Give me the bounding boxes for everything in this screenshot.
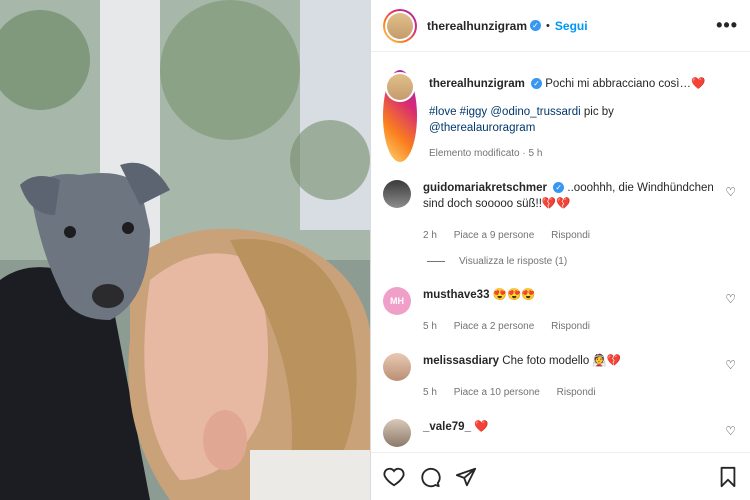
comment-avatar[interactable] xyxy=(383,419,411,447)
like-heart-icon[interactable]: ♡ xyxy=(725,292,736,306)
comment-time: 2 h xyxy=(423,230,437,241)
comment-text: 😍😍😍 xyxy=(492,289,536,301)
caption: therealhunzigram ✓ Pochi mi abbracciano … xyxy=(383,70,738,162)
caption-avatar[interactable] xyxy=(383,70,417,162)
comment-likes[interactable]: Piace a 10 persone xyxy=(454,387,540,398)
post-actions-bar xyxy=(371,452,750,500)
like-heart-icon[interactable]: ♡ xyxy=(725,424,736,438)
comment-avatar[interactable] xyxy=(383,353,411,381)
separator-dot: • xyxy=(546,19,550,32)
verified-icon: ✓ xyxy=(530,20,542,31)
like-heart-icon[interactable]: ♡ xyxy=(725,185,736,199)
replies-divider xyxy=(427,261,445,262)
photo-illustration xyxy=(0,0,370,500)
comment-item: MH musthave33 😍😍😍 5 h Piace a 2 persone … xyxy=(383,287,738,335)
reply-button[interactable]: Rispondi xyxy=(557,387,596,398)
comment-time: 5 h xyxy=(423,321,437,332)
author-username[interactable]: therealhunzigram xyxy=(427,19,527,33)
comment-time: 5 h xyxy=(423,387,437,398)
caption-username[interactable]: therealhunzigram xyxy=(429,78,525,90)
post-photo[interactable] xyxy=(0,0,370,500)
avatar-initials: MH xyxy=(390,296,404,306)
comment-username[interactable]: guidomariakretschmer xyxy=(423,182,547,194)
comment-username[interactable]: musthave33 xyxy=(423,289,489,301)
like-heart-icon[interactable]: ♡ xyxy=(725,358,736,372)
view-replies[interactable]: Visualizza le risposte (1) xyxy=(427,256,738,267)
verified-icon: ✓ xyxy=(531,78,543,90)
comment-text: Che foto modello 👰💔 xyxy=(502,355,622,367)
comments-scroll-area[interactable]: therealhunzigram ✓ Pochi mi abbracciano … xyxy=(371,52,750,452)
like-icon[interactable] xyxy=(383,466,405,488)
caption-pic-by: pic by xyxy=(583,106,614,118)
follow-button[interactable]: Segui xyxy=(555,19,588,33)
reply-button[interactable]: Rispondi xyxy=(551,321,590,332)
post-side-panel: therealhunzigram ✓ • Segui ••• therealhu… xyxy=(370,0,750,500)
comment-item: _vale79_ ❤️ ♡ xyxy=(383,419,738,447)
share-icon[interactable] xyxy=(455,466,477,488)
author-avatar[interactable] xyxy=(383,8,417,43)
comment-username[interactable]: _vale79_ xyxy=(423,421,471,433)
caption-emoji: ❤️ xyxy=(691,78,706,90)
view-replies-label[interactable]: Visualizza le risposte (1) xyxy=(459,256,567,267)
comment-username[interactable]: melissasdiary xyxy=(423,355,499,367)
caption-credit-link[interactable]: @therealauroragram xyxy=(429,122,535,134)
comment-likes[interactable]: Piace a 2 persone xyxy=(454,321,535,332)
reply-button[interactable]: Rispondi xyxy=(551,230,590,241)
comment-avatar[interactable] xyxy=(383,180,411,208)
comment-item: guidomariakretschmer ✓ ..ooohhh, die Win… xyxy=(383,180,738,244)
more-options-icon[interactable]: ••• xyxy=(716,15,738,36)
post-header: therealhunzigram ✓ • Segui ••• xyxy=(371,0,750,52)
caption-tags[interactable]: #love #iggy @odino_trussardi xyxy=(429,106,581,118)
caption-edited: Elemento modificato · 5 h xyxy=(429,148,543,159)
comment-likes[interactable]: Piace a 9 persone xyxy=(454,230,535,241)
comment-text: ❤️ xyxy=(474,421,489,433)
caption-text: Pochi mi abbracciano così… xyxy=(545,78,691,90)
comment-avatar[interactable]: MH xyxy=(383,287,411,315)
comment-icon[interactable] xyxy=(419,466,441,488)
verified-icon: ✓ xyxy=(553,182,565,194)
comment-item: melissasdiary Che foto modello 👰💔 5 h Pi… xyxy=(383,353,738,401)
save-bookmark-icon[interactable] xyxy=(718,466,738,488)
